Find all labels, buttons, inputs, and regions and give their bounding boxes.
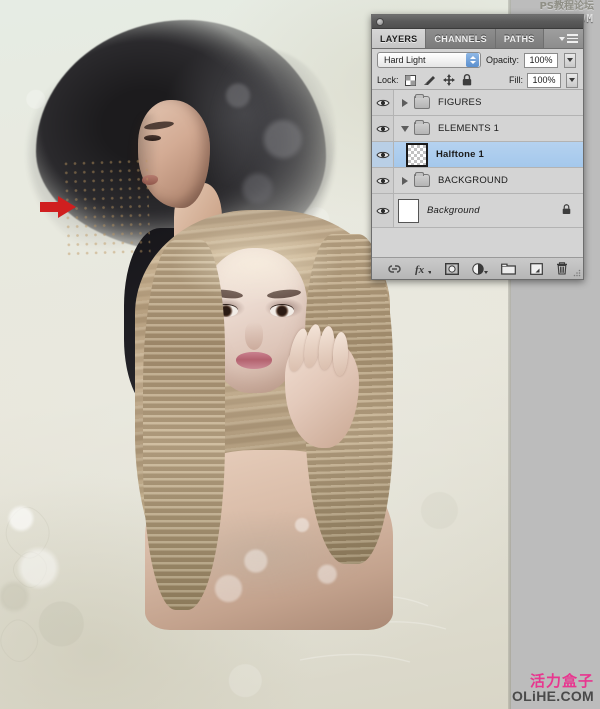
visibility-toggle-elements-1[interactable]: [372, 116, 394, 141]
fill-label: Fill:: [509, 75, 523, 85]
visibility-toggle-figures[interactable]: [372, 90, 394, 115]
hair-highlight: [157, 220, 357, 330]
new-adjustment-layer-button[interactable]: [472, 262, 488, 275]
layer-thumbnail-background[interactable]: [398, 198, 419, 223]
red-arrow-icon: [40, 196, 76, 218]
eye-icon: [375, 99, 390, 106]
layer-name-elements-1: ELEMENTS 1: [438, 123, 500, 134]
adjustment-layer-icon: [472, 262, 488, 275]
eye: [144, 135, 161, 141]
chevron-down-icon: [559, 36, 565, 41]
figure-blonde-model: [135, 210, 395, 630]
eye-icon: [375, 151, 390, 158]
lips: [236, 352, 272, 369]
eye-icon: [375, 125, 390, 132]
add-layer-mask-button[interactable]: [444, 262, 459, 275]
blend-mode-select[interactable]: Hard Light: [377, 52, 481, 68]
blend-mode-value: Hard Light: [384, 55, 426, 65]
link-layers-button[interactable]: [387, 264, 402, 274]
visibility-toggle-halftone-1[interactable]: [372, 142, 394, 167]
layer-name-background: Background: [427, 205, 480, 216]
watermark-bottom-chinese: 活力盒子: [529, 672, 594, 690]
layer-row-figures[interactable]: FIGURES: [372, 90, 583, 116]
paper-blot: [0, 490, 70, 620]
link-layers-icon: [388, 264, 401, 273]
watermark-bottom-latin: OLiHE.COM: [511, 688, 594, 704]
lock-label: Lock:: [377, 75, 399, 85]
panel-tabbar[interactable]: LAYERS CHANNELS PATHS: [372, 29, 583, 49]
new-layer-button[interactable]: [529, 262, 543, 275]
delete-layer-button[interactable]: [556, 262, 568, 275]
layer-row-elements-1[interactable]: ELEMENTS 1: [372, 116, 583, 142]
layer-row-halftone-1[interactable]: Halftone 1: [372, 142, 583, 168]
panel-footer-toolbar[interactable]: fx: [372, 257, 583, 279]
panel-menu-button[interactable]: [559, 29, 583, 48]
lock-transparency-icon[interactable]: [404, 74, 416, 86]
opacity-label: Opacity:: [486, 55, 520, 65]
folder-icon: [414, 94, 430, 109]
panel-close-icon[interactable]: [376, 18, 384, 26]
disclosure-triangle-elements-1[interactable]: [398, 125, 412, 132]
lock-image-pixels-icon[interactable]: [423, 75, 436, 86]
lock-icon: [562, 203, 571, 214]
layer-row-background[interactable]: Background: [372, 194, 583, 228]
layer-name-figures: FIGURES: [438, 97, 482, 108]
blend-mode-stepper-icon[interactable]: [466, 53, 479, 67]
lock-all-icon[interactable]: [462, 74, 472, 86]
layer-mask-icon: [444, 262, 459, 275]
layer-row-background-group[interactable]: BACKGROUND: [372, 168, 583, 194]
lock-row[interactable]: Lock: Fill: 100%: [372, 71, 583, 90]
visibility-toggle-background-group[interactable]: [372, 168, 394, 193]
fx-icon: fx: [415, 264, 432, 275]
eye-icon: [375, 207, 390, 214]
lock-position-icon[interactable]: [442, 74, 455, 86]
layer-name-background-group: BACKGROUND: [438, 175, 509, 186]
hamburger-icon: [567, 34, 578, 43]
disclosure-triangle-figures[interactable]: [398, 98, 412, 107]
watermark-bottom: 活力盒子 OLiHE.COM: [511, 672, 594, 704]
opacity-dropdown-icon[interactable]: [564, 52, 577, 68]
tab-layers[interactable]: LAYERS: [372, 29, 427, 48]
new-layer-icon: [529, 262, 543, 275]
eye-icon: [375, 177, 390, 184]
layer-list[interactable]: FIGURES ELEMENTS 1 Halftone 1 BACKGROUND…: [372, 90, 583, 228]
fill-input[interactable]: 100%: [527, 72, 561, 88]
layer-locked-badge: [562, 203, 571, 218]
screenshot-root: PS教程论坛 BBS.16XX8.COM LAYERS CHANNELS PAT…: [0, 0, 600, 709]
folder-icon: [414, 172, 430, 187]
blend-mode-row[interactable]: Hard Light Opacity: 100%: [372, 49, 583, 71]
tab-channels[interactable]: CHANNELS: [426, 29, 496, 48]
layers-panel[interactable]: LAYERS CHANNELS PATHS Hard Light Opacity…: [371, 14, 584, 280]
trash-icon: [557, 262, 568, 275]
layer-thumbnail-halftone-1[interactable]: [406, 142, 428, 167]
svg-text:fx: fx: [415, 264, 425, 275]
new-group-icon: [501, 263, 517, 275]
visibility-toggle-background[interactable]: [372, 194, 394, 227]
opacity-input[interactable]: 100%: [524, 52, 559, 68]
add-layer-style-button[interactable]: fx: [415, 263, 432, 275]
fill-dropdown-icon[interactable]: [566, 72, 578, 88]
new-group-button[interactable]: [501, 263, 517, 275]
disclosure-triangle-background-group[interactable]: [398, 176, 412, 185]
layer-name-halftone-1: Halftone 1: [436, 149, 484, 160]
folder-icon: [414, 120, 430, 135]
panel-titlebar[interactable]: [372, 15, 583, 29]
panel-resize-grip[interactable]: [573, 269, 581, 277]
tab-paths[interactable]: PATHS: [495, 29, 544, 48]
